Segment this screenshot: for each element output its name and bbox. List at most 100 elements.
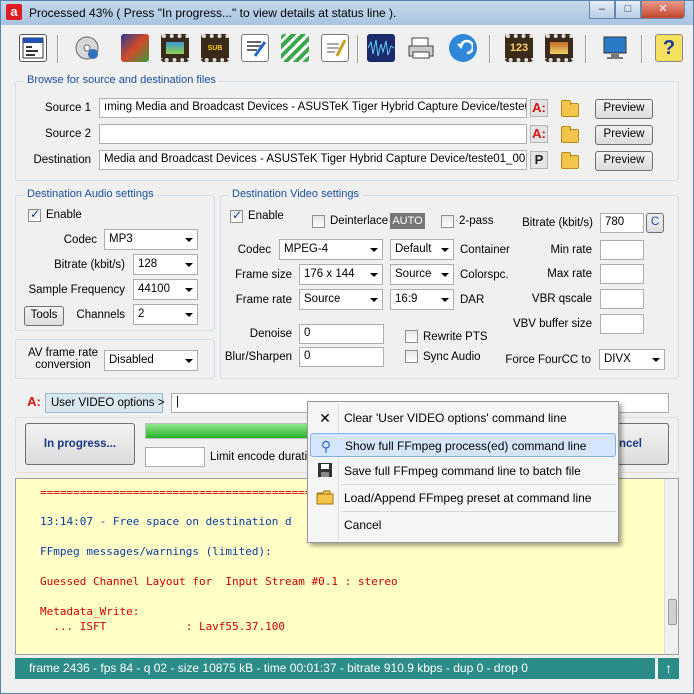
menu-item-label: Clear 'User VIDEO options' command line	[344, 411, 567, 425]
deinterlace-checkbox[interactable]	[312, 215, 325, 228]
source2-preview-button[interactable]: Preview	[595, 125, 653, 145]
film2-icon[interactable]	[543, 32, 575, 64]
denoise-input[interactable]: 0	[299, 324, 384, 344]
log-scrollbar[interactable]	[664, 479, 678, 654]
waveform-icon[interactable]	[365, 32, 397, 64]
in-progress-button[interactable]: In progress...	[25, 423, 135, 465]
disc-icon[interactable]	[71, 32, 103, 64]
framesize-label: Frame size	[235, 269, 292, 281]
chevron-down-icon	[370, 273, 378, 277]
minimize-button[interactable]: –	[589, 1, 615, 19]
blur-label: Blur/Sharpen	[224, 351, 292, 363]
menu-item-save-batch[interactable]: Save full FFmpeg command line to batch f…	[310, 459, 616, 483]
stripes-icon[interactable]	[279, 32, 311, 64]
limit-duration-input[interactable]	[145, 447, 205, 467]
log-line: Guessed Channel Layout for Input Stream …	[40, 575, 398, 588]
video-codec-value: MPEG-4	[284, 243, 329, 255]
edit-icon[interactable]	[119, 32, 151, 64]
destination-field[interactable]: Media and Broadcast Devices - ASUSTeK Ti…	[99, 150, 527, 170]
maxrate-input[interactable]	[600, 264, 644, 284]
twopass-label: 2-pass	[459, 215, 494, 227]
help-icon[interactable]: ?	[653, 32, 685, 64]
monitor-icon[interactable]	[599, 32, 631, 64]
rewrite-pts-checkbox[interactable]	[405, 330, 418, 343]
undo-icon[interactable]	[447, 32, 479, 64]
maxrate-label: Max rate	[547, 268, 592, 280]
source1-folder-icon[interactable]	[561, 100, 579, 117]
chevron-down-icon	[185, 263, 193, 267]
colorspc-select[interactable]: Source	[390, 264, 454, 285]
log-line: FFmpeg messages/warnings (limited):	[40, 545, 272, 558]
floppy-icon	[316, 462, 334, 480]
twopass-checkbox[interactable]	[441, 215, 454, 228]
log-line: ... ISFT : Lavf55.37.100	[40, 620, 286, 633]
numbers-icon[interactable]: 123	[503, 32, 535, 64]
audio-channels-select[interactable]: 2	[133, 304, 198, 325]
printer-icon[interactable]	[405, 32, 437, 64]
source2-a-button[interactable]: A:	[530, 125, 548, 143]
audio-sample-label: Sample Frequency	[28, 284, 125, 296]
source2-field[interactable]	[99, 124, 527, 144]
container-value: Default	[395, 243, 432, 255]
framesize-select[interactable]: 176 x 144	[299, 264, 383, 285]
auto-button[interactable]: AUTO	[390, 213, 425, 229]
document-icon[interactable]	[239, 32, 271, 64]
user-video-options-button[interactable]: User VIDEO options >	[45, 393, 164, 413]
toolbar: SUB 123 ?	[5, 29, 691, 69]
audio-bitrate-select[interactable]: 128	[133, 254, 198, 275]
source1-a-button[interactable]: A:	[530, 99, 548, 117]
video-codec-select[interactable]: MPEG-4	[279, 239, 383, 260]
maximize-button[interactable]: □	[615, 1, 641, 19]
source2-label: Source 2	[44, 128, 91, 140]
destination-p-button[interactable]: P	[530, 151, 548, 169]
browse-legend: Browse for source and destination files	[24, 74, 219, 86]
vbr-input[interactable]	[600, 289, 644, 309]
minrate-input[interactable]	[600, 240, 644, 260]
notepad-icon[interactable]	[319, 32, 351, 64]
audio-sample-select[interactable]: 44100	[133, 279, 198, 300]
menu-item-load-preset[interactable]: Load/Append FFmpeg preset at command lin…	[310, 486, 616, 510]
sync-audio-checkbox[interactable]	[405, 350, 418, 363]
container-select[interactable]: Default	[390, 239, 454, 260]
menu-item-clear[interactable]: ✕ Clear 'User VIDEO options' command lin…	[310, 406, 616, 430]
audio-codec-select[interactable]: MP3	[104, 229, 198, 250]
close-button[interactable]: ✕	[641, 1, 685, 19]
fourcc-select[interactable]: DIVX	[599, 349, 665, 370]
options-icon[interactable]	[17, 32, 49, 64]
colorspc-value: Source	[395, 268, 432, 280]
av-frame-select[interactable]: Disabled	[104, 350, 198, 371]
chevron-down-icon	[441, 248, 449, 252]
source1-field[interactable]: ıming Media and Broadcast Devices - ASUS…	[99, 98, 527, 118]
chevron-down-icon	[185, 359, 193, 363]
menu-item-cancel[interactable]: Cancel	[310, 513, 616, 537]
audio-enable-label: Enable	[46, 209, 82, 221]
dar-select[interactable]: 16:9	[390, 289, 454, 310]
log-scroll-thumb[interactable]	[668, 599, 677, 625]
tools-button[interactable]: Tools	[24, 306, 64, 326]
chevron-down-icon	[441, 298, 449, 302]
destination-folder-icon[interactable]	[561, 152, 579, 169]
deinterlace-label: Deinterlace	[330, 215, 389, 227]
menu-item-show-command[interactable]: ⚲ Show full FFmpeg process(ed) command l…	[310, 433, 616, 457]
chevron-down-icon	[370, 298, 378, 302]
video-bitrate-input[interactable]: 780	[600, 213, 644, 233]
user-options-a-icon[interactable]: A:	[25, 394, 43, 412]
source1-preview-button[interactable]: Preview	[595, 99, 653, 119]
video-bitrate-c-button[interactable]: C	[646, 213, 664, 233]
source2-folder-icon[interactable]	[561, 126, 579, 143]
video-enable-checkbox[interactable]	[230, 208, 243, 223]
film-icon[interactable]	[159, 32, 191, 64]
framerate-select[interactable]: Source	[299, 289, 383, 310]
arrow-up-icon[interactable]: ↑	[658, 658, 679, 679]
subtitle-icon[interactable]: SUB	[199, 32, 231, 64]
vbr-label: VBR qscale	[531, 293, 592, 305]
framerate-label: Frame rate	[235, 294, 292, 306]
audio-enable-checkbox[interactable]	[28, 207, 41, 222]
destination-preview-button[interactable]: Preview	[595, 151, 653, 171]
audio-channels-value: 2	[138, 308, 145, 320]
av-frame-label-line1: AV frame rate	[27, 347, 99, 359]
toolbar-separator	[57, 35, 59, 63]
blur-input[interactable]: 0	[299, 347, 384, 367]
chevron-down-icon	[185, 313, 193, 317]
vbv-input[interactable]	[600, 314, 644, 334]
